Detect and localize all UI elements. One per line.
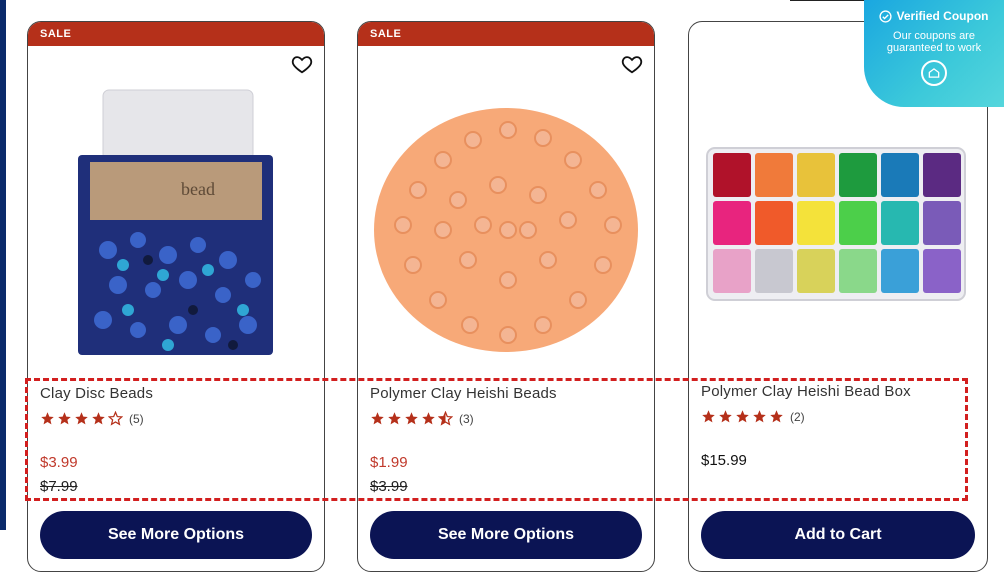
star-icon	[753, 410, 766, 423]
product-rating: (5)	[40, 411, 144, 426]
product-title[interactable]: Clay Disc Beads	[40, 385, 153, 402]
star-icon	[41, 412, 54, 425]
see-more-options-button[interactable]: See More Options	[370, 511, 642, 559]
product-card-clay-disc-beads[interactable]: SALE bead Clay Disc Beads (5) $3.99 $7.9…	[27, 21, 325, 572]
svg-text:bead: bead	[181, 179, 215, 199]
product-card-polymer-clay-heishi-beads[interactable]: SALE Polymer Clay Heishi Beads (3) $1.99…	[357, 21, 655, 572]
product-title[interactable]: Polymer Clay Heishi Bead Box	[701, 383, 911, 400]
coupon-logo-icon[interactable]	[921, 60, 947, 86]
product-rating: (2)	[701, 409, 805, 424]
star-half-icon	[438, 411, 453, 426]
star-icon	[405, 412, 418, 425]
sale-badge: SALE	[28, 22, 324, 46]
top-divider	[790, 0, 870, 1]
product-image[interactable]	[689, 80, 987, 380]
star-icon	[702, 410, 715, 423]
see-more-options-button[interactable]: See More Options	[40, 511, 312, 559]
price: $15.99	[701, 452, 747, 469]
star-icon	[422, 412, 435, 425]
verified-coupon-badge[interactable]: Verified Coupon Our coupons are guarante…	[864, 0, 1004, 107]
left-edge-bar	[0, 0, 6, 530]
original-price: $7.99	[40, 478, 78, 495]
product-image[interactable]	[358, 80, 654, 380]
star-icon	[719, 410, 732, 423]
star-icon	[92, 412, 105, 425]
coupon-title: Verified Coupon	[896, 9, 989, 23]
rating-count[interactable]: (5)	[129, 412, 144, 426]
star-icon	[75, 412, 88, 425]
sale-badge: SALE	[358, 22, 654, 46]
check-circle-icon	[879, 9, 893, 23]
product-image[interactable]: bead	[28, 80, 324, 380]
star-icon	[388, 412, 401, 425]
wishlist-heart-icon[interactable]	[620, 52, 644, 76]
star-icon	[58, 412, 71, 425]
wishlist-heart-icon[interactable]	[290, 52, 314, 76]
coupon-subtitle: Our coupons are guaranteed to work	[886, 30, 982, 54]
rating-count[interactable]: (2)	[790, 410, 805, 424]
star-icon	[736, 410, 749, 423]
original-price: $3.99	[370, 478, 408, 495]
star-icon	[770, 410, 783, 423]
sale-price: $1.99	[370, 454, 408, 471]
sale-price: $3.99	[40, 454, 78, 471]
product-title[interactable]: Polymer Clay Heishi Beads	[370, 385, 557, 402]
star-empty-icon	[108, 411, 123, 426]
star-icon	[371, 412, 384, 425]
add-to-cart-button[interactable]: Add to Cart	[701, 511, 975, 559]
product-rating: (3)	[370, 411, 474, 426]
rating-count[interactable]: (3)	[459, 412, 474, 426]
